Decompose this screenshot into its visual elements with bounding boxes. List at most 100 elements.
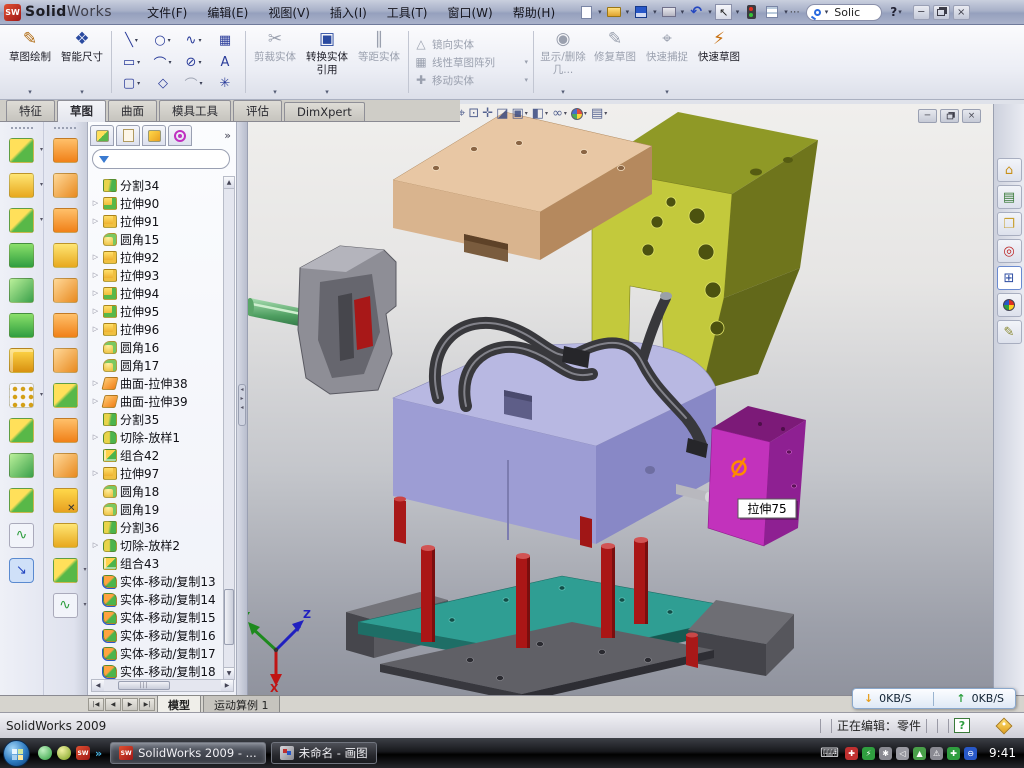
wrap-button[interactable] [9,343,34,378]
tag-icon[interactable] [996,717,1013,734]
tree-item[interactable]: 分割35 [91,410,223,428]
tree-item[interactable]: 圆角15 [91,230,223,248]
display-style-dropdown[interactable]: ▾ [545,110,548,117]
tree-filter-box[interactable] [92,149,230,169]
tab-configuration-manager[interactable] [142,125,166,146]
menu-item[interactable]: 文件(F) [138,1,196,24]
tree-item[interactable]: ▷切除-放样1 [91,428,223,446]
save-dropdown[interactable]: ▾ [653,8,657,16]
tree-item[interactable]: 圆角19 [91,500,223,518]
tab-ribbon-0[interactable]: 特征 [6,100,55,121]
keyboard-layout-icon[interactable]: ⌨ [820,746,839,761]
tree-item[interactable]: 实体-移动/复制14 [91,590,223,608]
lofted-boss-button[interactable] [9,273,34,308]
quick-launch-expand-chevron[interactable]: » [95,747,102,760]
select-button[interactable]: ↖ [714,3,734,21]
tree-item[interactable]: 分割36 [91,518,223,536]
expander-icon[interactable]: ▷ [91,469,100,477]
ellipse-dropdown[interactable]: ▾ [198,59,201,66]
options-dropdown[interactable]: ▾ [784,8,788,16]
custom-properties-tab[interactable]: ✎ [997,320,1022,344]
tree-item[interactable]: ▷拉伸93 [91,266,223,284]
panel-splitter[interactable]: ◂▸◂ [237,122,248,695]
centerpoint-arc-dropdown[interactable]: ▾ [169,59,172,66]
status-help-button[interactable]: ? [954,718,970,733]
thicken-button[interactable] [53,413,78,448]
tree-item[interactable]: ▷拉伸97 [91,464,223,482]
edit-appearance-button[interactable]: ▾ [571,108,588,120]
fillet-dropdown[interactable]: ▾ [40,216,43,223]
swept-cut-button[interactable] [53,203,78,238]
toolbar-overflow-icon[interactable]: ⋯ [790,7,800,18]
extruded-boss-dropdown[interactable]: ▾ [40,146,43,153]
appearances-tab[interactable] [997,293,1022,317]
shell-button[interactable] [9,483,34,518]
print-button[interactable] [659,3,679,21]
revolved-boss-button[interactable] [53,133,78,168]
vertical-scroll-thumb[interactable] [224,589,234,645]
menu-item[interactable]: 视图(V) [259,1,319,24]
measure-button[interactable]: ↘ [9,553,34,588]
lofted-cut-button[interactable] [53,238,78,273]
last-frame-button[interactable]: ▶| [139,698,155,711]
curve-button[interactable]: ∿ [9,518,34,553]
tree-item[interactable]: 实体-移动/复制13 [91,572,223,590]
menu-item[interactable]: 窗口(W) [439,1,502,24]
horizontal-scroll-thumb[interactable]: ||| [118,681,170,690]
split-line-dropdown[interactable]: ▾ [83,566,86,573]
sync-blocked-icon[interactable]: ⊖ [964,747,977,760]
undo-dropdown[interactable]: ▾ [708,8,712,16]
view-orientation-dropdown[interactable]: ▾ [525,110,528,117]
apply-scene-button[interactable]: ▤▾ [591,106,608,121]
design-library-tab[interactable]: ▤ [997,185,1022,209]
expander-icon[interactable]: ▷ [91,289,100,297]
delete-face-button[interactable] [53,483,78,518]
scroll-right-arrow[interactable]: ▶ [221,680,233,691]
taskbar-item-solidworks[interactable]: SW SolidWorks 2009 - ... [110,742,266,764]
taskbar-item-paint[interactable]: 未命名 - 画图 [271,742,377,764]
expander-icon[interactable]: ▷ [91,217,100,225]
search-box[interactable]: ▾ [806,4,883,21]
antivirus-shield-icon[interactable]: ✚ [845,747,858,760]
tab-dimxpert-manager[interactable] [168,125,192,146]
circle-dropdown[interactable]: ▾ [168,37,171,44]
polygon-button[interactable]: ◇ [148,73,178,94]
point-button[interactable]: ✳ [210,73,240,94]
select-dropdown[interactable]: ▾ [736,8,740,16]
circle-button[interactable]: ○▾ [148,30,178,51]
help-dropdown[interactable]: ▾ [898,8,902,16]
spline-button[interactable]: ∿▾ [179,30,209,51]
edit-appearance-dropdown[interactable]: ▾ [584,110,587,117]
new-document-dropdown[interactable]: ▾ [598,8,602,16]
defender-shield-icon[interactable]: ✚ [947,747,960,760]
tree-vertical-scrollbar[interactable]: ▲ ▼ [223,176,235,680]
first-frame-button[interactable]: |◀ [88,698,104,711]
straight-slot-button[interactable]: ▢▾ [117,73,147,94]
revolved-cut-button[interactable] [53,168,78,203]
graphics-area[interactable]: Y Z X 拉伸75 ⌖⊡✛◪▣▾◧▾∞▾▾▤▾ ─ × [248,104,993,695]
zoom-to-area-button[interactable]: ⊡ [468,106,479,121]
model-base-plates[interactable] [346,576,794,695]
hide-show-items-button[interactable]: ∞▾ [552,106,568,121]
menu-item[interactable]: 编辑(E) [198,1,257,24]
tree-item[interactable]: ▷拉伸91 [91,212,223,230]
expander-icon[interactable]: ▷ [91,199,100,207]
quick-launch-edrawings-icon[interactable] [57,746,71,760]
start-button[interactable] [3,740,30,767]
sketch-button[interactable]: ✎草图绘制▾ [4,27,56,97]
deform-button[interactable] [53,308,78,343]
display-style-button[interactable]: ◧▾ [532,106,549,121]
linear-pattern-button[interactable]: ▾ [9,378,34,413]
model-magenta-block[interactable] [708,406,806,546]
scroll-down-arrow[interactable]: ▼ [224,667,234,679]
tree-item[interactable]: ▷拉伸95 [91,302,223,320]
toolbar-grip[interactable] [54,127,76,130]
undo-button[interactable]: ↶ [686,3,706,21]
tree-item[interactable]: ▷切除-放样2 [91,536,223,554]
tree-horizontal-scrollbar[interactable]: ◀ ||| ▶ [91,679,234,692]
expander-icon[interactable]: ▷ [91,397,100,405]
next-frame-button[interactable]: ▶ [122,698,138,711]
scroll-left-arrow[interactable]: ◀ [92,680,104,691]
menu-item[interactable]: 插入(I) [321,1,376,24]
expander-icon[interactable]: ▷ [91,379,100,387]
